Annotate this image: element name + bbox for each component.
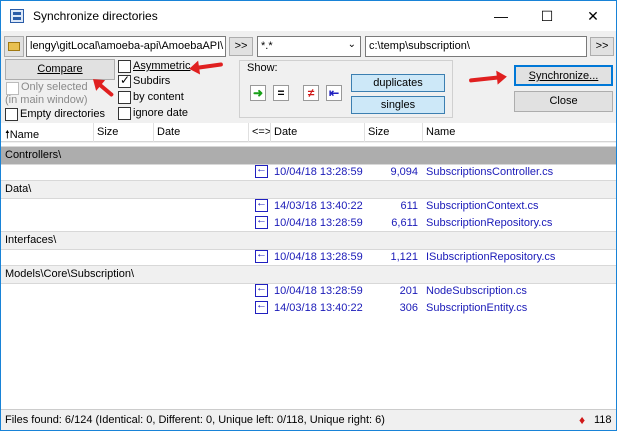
file-row[interactable]: 10/04/18 13:28:59 201 NodeSubscription.c… [1,282,616,300]
file-row[interactable]: 10/04/18 13:28:59 1,121 ISubscriptionRep… [1,248,616,266]
filter-select[interactable]: *.* ⌄ [257,36,361,57]
compare-label: Compare [37,63,83,75]
status-text: Files found: 6/124 (Identical: 0, Differ… [5,414,385,426]
folder-button[interactable] [4,36,24,57]
arrow-left-icon [255,197,268,212]
file-row[interactable]: 14/03/18 13:40:22 306 SubscriptionEntity… [1,299,616,317]
synchronize-label: Synchronize... [528,70,599,82]
left-path-input[interactable]: lengy\gitLocal\amoeba-api\AmoebaAPI\ [26,36,226,57]
by-content-label: by content [133,91,184,103]
right-path-input[interactable]: c:\temp\subscription\ [365,36,587,57]
duplicates-button[interactable]: duplicates [351,74,445,92]
directory-row[interactable]: Controllers\ [1,146,616,165]
synchronize-window: Synchronize directories — ☐ ✕ lengy\gitL… [0,0,617,431]
file-size: 9,094 [390,166,418,178]
asymmetric-label: Asymmetric [133,60,191,72]
in-main-window-label: (in main window) [5,94,88,106]
file-date: 14/03/18 13:40:22 [274,200,363,212]
ignore-date-label: ignore date [133,107,189,119]
minimize-button[interactable]: — [478,1,524,31]
maximize-button[interactable]: ☐ [524,1,570,31]
file-list: Controllers\ 10/04/18 13:28:59 9,094 Sub… [1,143,616,409]
window-title: Synchronize directories [33,9,158,23]
close-window-button[interactable]: ✕ [570,1,616,31]
file-date: 10/04/18 13:28:59 [274,285,363,297]
directory-name: Data\ [5,183,32,195]
only-selected-label: Only selected [21,81,88,93]
file-row[interactable]: 14/03/18 13:40:22 611 SubscriptionContex… [1,197,616,215]
duplicates-icon: ♦ [579,413,586,427]
chevron-down-icon: ⌄ [347,39,356,50]
file-name: SubscriptionContext.cs [426,200,539,212]
folder-icon [8,42,20,51]
file-size: 6,611 [391,217,418,229]
empty-directories-label: Empty directories [20,108,105,120]
checkmark-icon: ✓ [120,73,131,87]
directory-row[interactable]: Interfaces\ [1,231,616,250]
annotation-arrow-synchronize [468,75,500,83]
empty-directories-checkbox[interactable] [5,108,18,121]
ignore-date-checkbox[interactable] [118,107,131,120]
arrow-left-icon [255,299,268,314]
title-bar: Synchronize directories — ☐ ✕ [1,1,616,31]
size-left-header[interactable]: Size [97,126,118,138]
arrow-left-icon [255,248,268,263]
direction-header[interactable]: <=> [252,126,271,138]
file-name: SubscriptionEntity.cs [426,302,528,314]
date-left-header[interactable]: Date [157,126,180,138]
by-content-checkbox[interactable] [118,91,131,104]
singles-button[interactable]: singles [351,96,445,114]
subdirs-label: Subdirs [133,75,171,87]
annotation-arrow-asymmetric [196,62,224,70]
equal-icon[interactable]: = [273,85,289,101]
directory-row[interactable]: Models\Core\Subscription\ [1,265,616,284]
file-name: NodeSubscription.cs [426,285,527,297]
file-name: SubscriptionRepository.cs [426,217,553,229]
file-date: 10/04/18 13:28:59 [274,166,363,178]
arrow-left-icon [255,163,268,178]
show-label: Show: [247,62,278,74]
left-browse-button[interactable]: >> [229,37,253,56]
status-count: 118 [594,414,612,426]
file-date: 10/04/18 13:28:59 [274,251,363,263]
file-size: 201 [399,285,418,297]
grid-header: 🠕Name Size Date <=> Date Size Name [1,123,616,142]
file-date: 14/03/18 13:40:22 [274,302,363,314]
copy-right-icon[interactable]: ➜ [250,85,266,101]
name-right-header[interactable]: Name [426,126,455,138]
right-browse-button[interactable]: >> [590,37,614,56]
filter-value: *.* [261,40,273,52]
close-button[interactable]: Close [514,91,613,112]
file-size: 611 [400,200,418,212]
directory-name: Controllers\ [5,149,62,161]
status-bar: Files found: 6/124 (Identical: 0, Differ… [1,409,616,430]
arrow-left-icon [255,214,268,229]
directory-name: Interfaces\ [5,234,57,246]
file-name: ISubscriptionRepository.cs [426,251,556,263]
directory-row[interactable]: Data\ [1,180,616,199]
date-right-header[interactable]: Date [274,126,297,138]
app-icon [10,9,24,23]
synchronize-button[interactable]: Synchronize... [514,65,613,86]
annotation-arrow-compare [97,82,115,98]
size-right-header[interactable]: Size [368,126,389,138]
file-size: 1,121 [390,251,418,263]
directory-name: Models\Core\Subscription\ [5,268,135,280]
file-row[interactable]: 10/04/18 13:28:59 9,094 SubscriptionsCon… [1,163,616,181]
asymmetric-checkbox[interactable] [118,60,131,73]
file-name: SubscriptionsController.cs [426,166,554,178]
copy-left-icon[interactable]: ⇤ [326,85,342,101]
arrow-left-icon [255,282,268,297]
file-date: 10/04/18 13:28:59 [274,217,363,229]
not-equal-icon[interactable]: ≠ [303,85,319,101]
subdirs-checkbox[interactable]: ✓ [118,73,131,88]
file-size: 306 [399,302,418,314]
file-row[interactable]: 10/04/18 13:28:59 6,611 SubscriptionRepo… [1,214,616,232]
